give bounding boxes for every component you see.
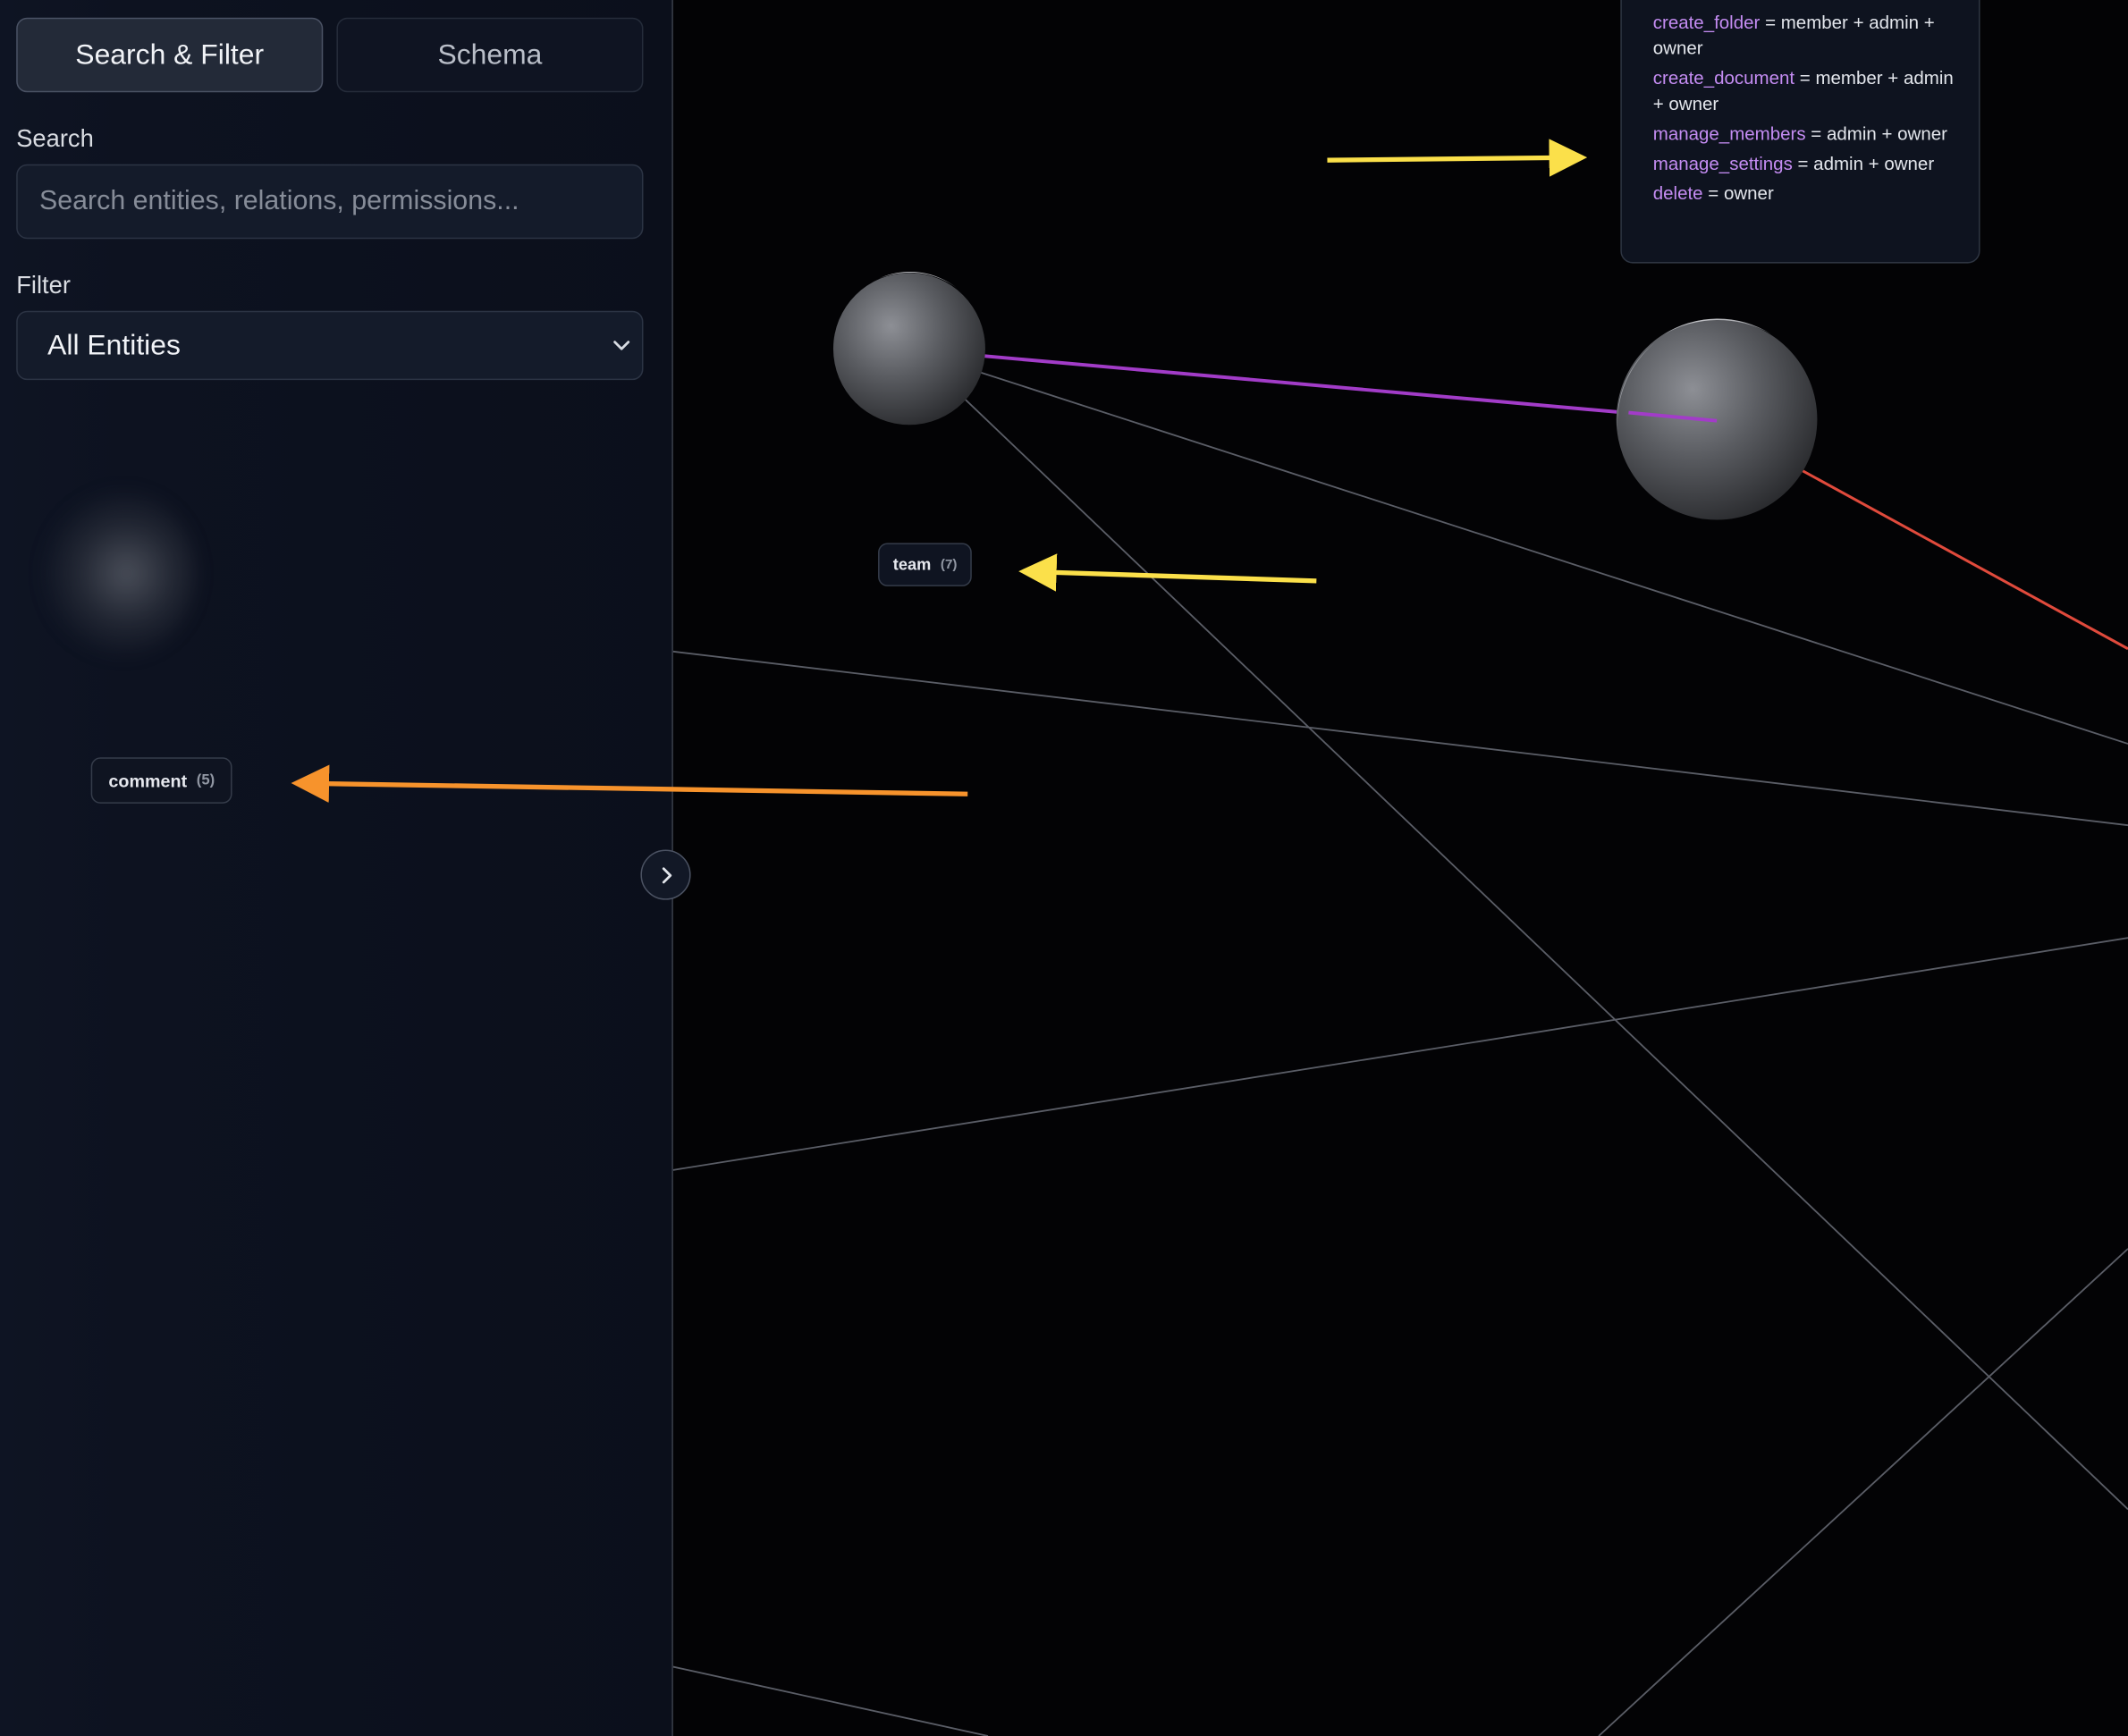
graph-edge xyxy=(672,937,2128,1171)
filter-select[interactable]: All Entities xyxy=(16,310,644,381)
filter-selected-value: All Entities xyxy=(47,329,181,361)
permission-row: create_folder = member + admin + owner xyxy=(1653,10,1960,62)
permission-row: manage_members = admin + owner xyxy=(1653,121,1960,147)
graph-edge-red xyxy=(1779,457,2128,651)
permission-expression: = admin + owner xyxy=(1805,123,1947,144)
permission-row: create_document = member + admin + owner xyxy=(1653,65,1960,117)
permission-row: manage_settings = admin + owner xyxy=(1653,151,1960,177)
chevron-right-icon xyxy=(662,866,671,883)
graph-edge xyxy=(672,650,2128,827)
graph-edge xyxy=(935,371,2128,1511)
graph-edge xyxy=(672,1665,989,1736)
sidebar: Search & Filter Schema Search Filter All… xyxy=(0,0,673,1736)
permission-row: delete = owner xyxy=(1653,181,1960,206)
annotation-arrow xyxy=(1018,553,1317,592)
search-label: Search xyxy=(16,124,94,153)
graph-edge xyxy=(1598,1248,2128,1736)
permission-name: manage_members xyxy=(1652,123,1806,144)
node-label-name: team xyxy=(892,555,932,575)
filter-label: Filter xyxy=(16,271,71,299)
node-label-count: (5) xyxy=(196,771,215,789)
annotation-arrow xyxy=(1327,139,1588,177)
entity-node-sphere xyxy=(832,272,985,426)
node-label-name: comment xyxy=(108,770,188,791)
graph-edge-purple xyxy=(979,353,1718,423)
permission-name: delete xyxy=(1652,182,1703,204)
graph-edge xyxy=(966,367,2128,745)
permission-expression: = owner xyxy=(1702,182,1774,204)
entity-node-sphere-blurred xyxy=(40,488,198,659)
node-label-comment[interactable]: comment (5) xyxy=(90,757,232,804)
node-label-team[interactable]: team (7) xyxy=(878,543,973,586)
permission-expression: = admin + owner xyxy=(1792,153,1935,174)
tab-search-filter[interactable]: Search & Filter xyxy=(16,17,324,93)
permission-name: create_folder xyxy=(1652,12,1761,33)
permissions-tooltip: create_folder = member + admin + owner c… xyxy=(1620,0,1980,264)
tab-schema[interactable]: Schema xyxy=(336,17,644,93)
node-label-count: (7) xyxy=(940,557,958,572)
sidebar-collapse-button[interactable] xyxy=(640,849,691,900)
chevron-down-icon xyxy=(613,341,630,350)
permission-name: create_document xyxy=(1652,67,1795,88)
permission-name: manage_settings xyxy=(1652,153,1793,174)
search-input[interactable] xyxy=(16,164,644,240)
